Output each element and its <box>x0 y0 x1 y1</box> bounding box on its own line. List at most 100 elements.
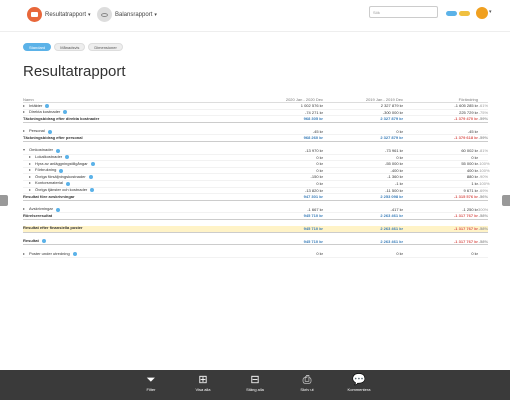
chevron-down-icon[interactable]: ▾ <box>489 9 492 15</box>
info-icon[interactable] <box>90 161 95 166</box>
row-name-cell: ▸ Avskrivningar <box>23 206 238 213</box>
info-icon[interactable] <box>63 110 68 115</box>
value-2019: 0 kr <box>396 154 403 160</box>
info-icon[interactable] <box>56 148 61 153</box>
toolbar-label: Stäng alla <box>246 387 264 392</box>
value-change: -1 317 767 kr <box>453 225 478 231</box>
table-row: Rörelseresultat 945 710 kr 2 263 461 kr -1 … <box>23 213 488 220</box>
header-name: Namn <box>23 97 34 102</box>
table-row[interactable]: ▸ Förbrukning 0 kr -400 kr 400 kr -100% <box>23 167 490 175</box>
table-row[interactable]: ▸ Lokalkostnader 0 kr 0 kr 0 kr <box>23 154 488 162</box>
row-name-cell: ▸ Personal <box>23 128 238 135</box>
expand-icon: ⊞ <box>198 374 208 386</box>
row-label: Täckningsbidrag efter direkta kostnader <box>23 115 100 121</box>
status-badge-blue[interactable] <box>446 11 457 16</box>
table-row[interactable]: ▸ Övriga försäljningskostnader -150 kr -1 3… <box>23 174 488 181</box>
info-icon[interactable] <box>66 181 71 186</box>
value-2019: 2 253 098 kr <box>380 194 403 200</box>
value-change: 55 000 kr <box>461 161 478 167</box>
value-2019: -73 961 kr <box>384 147 403 153</box>
info-icon[interactable] <box>45 103 50 108</box>
value-change: 1 kr <box>471 180 478 186</box>
row-name-cell: Täckningsbidrag efter personal <box>23 135 238 141</box>
row-label: Täckningsbidrag efter personal <box>23 134 83 140</box>
value-2019: -300 000 kr <box>382 109 403 115</box>
row-name-cell: ▸ Poster under utredning <box>23 251 238 257</box>
value-2019: 2 263 461 kr <box>380 225 403 231</box>
tab-dimensions[interactable]: Dimensioner <box>88 43 123 51</box>
info-icon[interactable] <box>59 168 64 173</box>
info-icon[interactable] <box>72 251 77 256</box>
report-selector-result[interactable]: Resultatrapport ▾ <box>27 7 91 22</box>
row-label: Resultat före avskrivningar <box>23 193 75 199</box>
info-icon[interactable] <box>47 129 52 134</box>
avatar[interactable] <box>476 7 488 19</box>
info-icon[interactable] <box>90 188 95 193</box>
stäng-alla-button[interactable]: ⊟ Stäng alla <box>229 370 281 400</box>
info-icon[interactable] <box>41 239 46 244</box>
row-name-cell: Resultat före avskrivningar <box>23 194 238 200</box>
row-name-cell: Resultat <box>23 238 238 245</box>
value-change: 880 kr <box>466 174 478 180</box>
filter-button[interactable]: ⏷ Filter <box>125 370 177 400</box>
row-label: Personal <box>29 128 45 134</box>
report-selector-balance[interactable]: Balansrapport ▾ <box>97 7 157 22</box>
value-2020: 0 kr <box>316 251 323 257</box>
collapse-icon: ⊟ <box>250 374 260 386</box>
value-2020: 0 kr <box>316 167 323 173</box>
table-row[interactable]: ▸ Poster under utredning 0 kr 0 kr 0 kr <box>23 251 488 258</box>
value-change: 60 002 kr <box>461 147 478 153</box>
value-2020: 968 260 kr <box>303 135 323 141</box>
value-2020: -150 kr <box>310 174 323 180</box>
row-label: Övriga försäljningskostnader <box>35 173 86 179</box>
value-percent <box>478 129 488 135</box>
report-label-balance: Balansrapport <box>115 11 153 18</box>
value-2020: 0 kr <box>316 180 323 186</box>
value-change: -1 379 470 kr <box>453 116 478 122</box>
kommentera-button[interactable]: 💬 Kommentera <box>333 370 385 400</box>
value-2020: 945 710 kr <box>303 225 323 231</box>
info-icon[interactable] <box>65 155 70 160</box>
status-badge-yellow[interactable] <box>459 11 470 16</box>
value-2019: -1 360 kr <box>387 174 403 180</box>
visa-alla-button[interactable]: ⊞ Visa alla <box>177 370 229 400</box>
value-2020: 947 301 kr <box>303 194 323 200</box>
row-name-cell: ▸ Övriga försäljningskostnader <box>23 174 238 180</box>
table-row[interactable]: ▸ Övriga tjänster och kostnader -13 820 kr… <box>23 187 488 195</box>
table-row[interactable]: ▸ Intäkter 1 002 576 kr 2 327 879 kr -1 605 … <box>23 103 488 110</box>
tab-standard[interactable]: Standard <box>23 43 52 51</box>
toolbar-label: Skriv ut <box>300 387 314 392</box>
table-row[interactable]: ▾ Omkostnader -13 970 kr -73 961 kr 60 002 k… <box>23 147 488 155</box>
value-2019: 2 327 879 kr <box>380 116 403 122</box>
info-icon[interactable] <box>88 175 93 180</box>
value-percent <box>478 251 488 257</box>
value-2020: 0 kr <box>316 161 323 167</box>
value-2019: 2 327 879 kr <box>380 135 403 141</box>
row-label: Direkta kostnader <box>29 109 61 115</box>
table-row[interactable]: ▸ Hyra av anläggningstillgångar 0 kr -55 00… <box>23 161 490 168</box>
value-percent <box>478 155 488 161</box>
table-row: Täckningsbidrag efter direkta kostnader 9… <box>23 116 488 123</box>
value-2020: 1 002 576 kr <box>300 103 323 108</box>
tab-monthly[interactable]: Månadsvis <box>54 43 86 51</box>
table-row[interactable]: ▸ Avskrivningar -1 667 kr -417 kr -1 250 kr 3… <box>23 206 488 214</box>
left-panel-toggle[interactable] <box>0 195 8 206</box>
table-row[interactable]: ▸ Kontorsmaterial 0 kr -1 kr 1 kr -100% <box>23 180 490 188</box>
value-percent: -90% <box>478 174 488 180</box>
value-percent: -59% <box>478 135 488 141</box>
value-2019: -1 kr <box>395 180 403 186</box>
toolbar-label: Kommentera <box>347 387 371 392</box>
value-percent: -100% <box>478 180 490 186</box>
table-row[interactable]: ▸ Personal -45 kr 0 kr -45 kr <box>23 128 488 136</box>
value-2020: -1 667 kr <box>307 206 323 212</box>
comment-panel-toggle[interactable] <box>502 195 510 206</box>
value-percent: -56% <box>478 194 488 200</box>
info-icon[interactable] <box>55 207 60 212</box>
search-input[interactable]: Sök <box>369 6 438 18</box>
skriv-ut-button[interactable]: ⎙ Skriv ut <box>281 370 333 400</box>
print-icon: ⎙ <box>302 374 312 386</box>
value-2020: -45 kr <box>312 128 323 134</box>
filter-icon: ⏷ <box>146 374 156 386</box>
value-2019: 0 kr <box>396 251 403 257</box>
value-percent: -81% <box>478 147 488 153</box>
